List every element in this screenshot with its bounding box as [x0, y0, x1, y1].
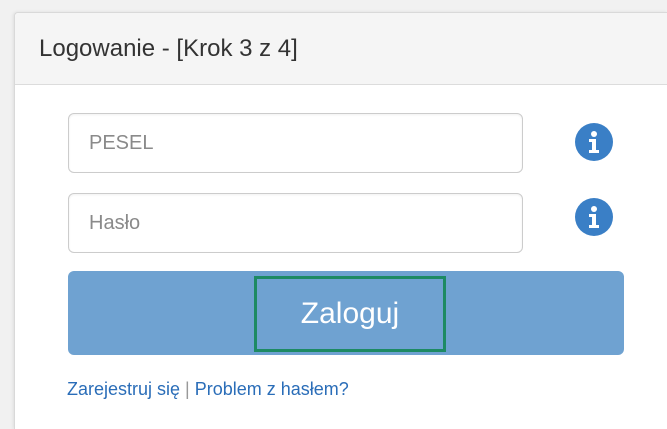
login-panel: Logowanie - [Krok 3 z 4] Zaloguj Zarejes…	[14, 12, 667, 429]
password-field[interactable]	[68, 193, 523, 253]
footer-links: Zarejestruj się | Problem z hasłem?	[67, 379, 349, 400]
password-input[interactable]	[69, 194, 522, 252]
password-problem-link[interactable]: Problem z hasłem?	[195, 379, 349, 399]
login-bar[interactable]: Zaloguj	[68, 271, 624, 355]
register-link[interactable]: Zarejestruj się	[67, 379, 180, 399]
info-glyph	[589, 131, 599, 153]
pesel-field[interactable]	[68, 113, 523, 173]
info-glyph	[589, 206, 599, 228]
login-button[interactable]: Zaloguj	[254, 276, 446, 352]
pesel-input[interactable]	[69, 114, 522, 172]
panel-header: Logowanie - [Krok 3 z 4]	[15, 13, 667, 85]
info-icon[interactable]	[575, 123, 613, 161]
link-separator: |	[185, 379, 190, 399]
info-icon[interactable]	[575, 198, 613, 236]
page-title: Logowanie - [Krok 3 z 4]	[39, 34, 298, 62]
